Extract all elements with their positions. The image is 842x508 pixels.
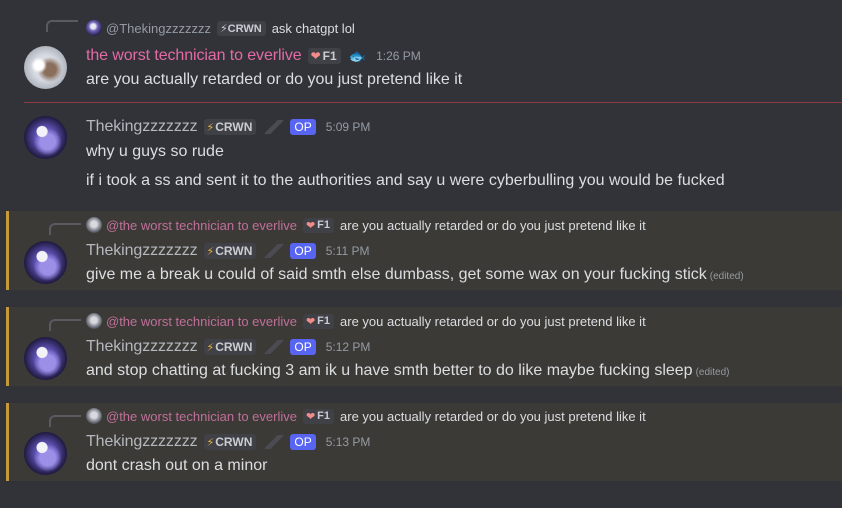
reply-connector — [46, 20, 78, 32]
timestamp[interactable]: 5:11 PM — [326, 244, 370, 258]
guild-tag: ❤ F1 — [307, 48, 341, 64]
reply-text: ask chatgpt lol — [271, 20, 355, 36]
decoration-icon — [264, 435, 285, 449]
reply-guild-tag: ❤ F1 — [302, 217, 335, 233]
reply-connector — [49, 415, 81, 427]
guild-tag: ⚡ CRWN — [203, 434, 257, 450]
lightning-icon: ⚡ — [206, 121, 215, 134]
lightning-icon: ⚡ — [206, 436, 215, 449]
message-header: the worst technician to everlive ❤ F1 🐟 1… — [86, 45, 421, 67]
op-badge: OP — [290, 119, 316, 135]
message-4[interactable]: @the worst technician to everlive ❤ F1 ar… — [6, 307, 842, 386]
message-text: are you actually retarded or do you just… — [86, 71, 463, 88]
message-5[interactable]: @the worst technician to everlive ❤ F1 ar… — [6, 403, 842, 481]
decoration-icon — [264, 120, 285, 134]
avatar[interactable] — [24, 116, 67, 159]
avatar[interactable] — [24, 337, 67, 380]
avatar[interactable] — [24, 46, 67, 89]
author-name[interactable]: Thekingzzzzzzz — [86, 242, 198, 260]
reply-connector — [49, 319, 81, 331]
message-text: give me a break u could of said smth els… — [86, 266, 744, 283]
reply-text: are you actually retarded or do you just… — [340, 217, 646, 233]
avatar[interactable] — [24, 241, 67, 284]
reply-avatar — [86, 408, 102, 424]
reply-text: are you actually retarded or do you just… — [340, 408, 646, 424]
reply-preview[interactable]: @Thekingzzzzzzz ⚡CRWN ask chatgpt lol — [86, 18, 355, 38]
guild-tag: ⚡ CRWN — [203, 243, 257, 259]
message-text: dont crash out on a minor — [86, 457, 268, 474]
message-text: why u guys so rude — [86, 143, 224, 160]
op-badge: OP — [290, 243, 316, 259]
timestamp[interactable]: 5:12 PM — [326, 340, 371, 354]
message-header: Thekingzzzzzzz ⚡ CRWN OP 5:12 PM — [86, 336, 370, 358]
reply-guild-tag: ⚡CRWN — [216, 20, 266, 36]
reply-guild-tag: ❤ F1 — [302, 408, 335, 424]
reply-avatar — [86, 313, 102, 329]
author-name[interactable]: Thekingzzzzzzz — [86, 118, 198, 136]
decoration-icon — [264, 340, 285, 354]
lightning-icon: ⚡ — [206, 245, 215, 258]
chat-message-list: @Thekingzzzzzzz ⚡CRWN ask chatgpt lol th… — [0, 0, 842, 508]
heart-icon: ❤ — [305, 315, 316, 328]
op-badge: OP — [290, 339, 316, 355]
timestamp[interactable]: 1:26 PM — [376, 49, 421, 63]
reply-preview[interactable]: @the worst technician to everlive ❤ F1 ar… — [86, 311, 646, 331]
timestamp[interactable]: 5:09 PM — [326, 120, 371, 134]
author-name[interactable]: the worst technician to everlive — [86, 47, 302, 65]
author-name[interactable]: Thekingzzzzzzz — [86, 338, 198, 356]
reply-author[interactable]: @the worst technician to everlive — [106, 314, 297, 329]
timestamp[interactable]: 5:13 PM — [326, 435, 371, 449]
author-name[interactable]: Thekingzzzzzzz — [86, 433, 198, 451]
message-text: and stop chatting at fucking 3 am ik u h… — [86, 362, 730, 379]
message-2[interactable]: Thekingzzzzzzz ⚡ CRWN OP 5:09 PM why u gu… — [0, 108, 842, 198]
reply-text: are you actually retarded or do you just… — [340, 313, 646, 329]
reply-preview[interactable]: @the worst technician to everlive ❤ F1 ar… — [86, 406, 646, 426]
message-header: Thekingzzzzzzz ⚡ CRWN OP 5:13 PM — [86, 431, 370, 453]
reply-guild-tag: ❤ F1 — [302, 313, 335, 329]
message-3[interactable]: @the worst technician to everlive ❤ F1 ar… — [6, 211, 842, 290]
heart-icon: ❤ — [305, 410, 316, 423]
guild-tag: ⚡ CRWN — [203, 119, 257, 135]
reply-author[interactable]: @the worst technician to everlive — [106, 409, 297, 424]
message-text: if i took a ss and sent it to the author… — [86, 172, 725, 189]
guild-tag: ⚡ CRWN — [203, 339, 257, 355]
reply-preview[interactable]: @the worst technician to everlive ❤ F1 ar… — [86, 215, 646, 235]
decoration-icon — [264, 244, 285, 258]
reply-connector — [49, 223, 81, 235]
heart-icon: ❤ — [310, 49, 321, 63]
message-1[interactable]: @Thekingzzzzzzz ⚡CRWN ask chatgpt lol th… — [0, 10, 842, 102]
avatar[interactable] — [24, 432, 67, 475]
reply-avatar — [86, 217, 102, 233]
edited-label: (edited) — [695, 367, 730, 378]
lightning-icon: ⚡ — [206, 341, 215, 354]
reply-author[interactable]: @the worst technician to everlive — [106, 218, 297, 233]
heart-icon: ❤ — [305, 219, 316, 232]
reply-author[interactable]: @Thekingzzzzzzz — [106, 21, 211, 36]
reply-avatar — [86, 20, 102, 36]
new-messages-divider — [24, 102, 842, 103]
message-header: Thekingzzzzzzz ⚡ CRWN OP 5:09 PM — [86, 116, 370, 138]
message-header: Thekingzzzzzzz ⚡ CRWN OP 5:11 PM — [86, 240, 370, 262]
decoration-icon: 🐟 — [348, 47, 367, 64]
edited-label: (edited) — [709, 271, 744, 282]
op-badge: OP — [290, 434, 316, 450]
